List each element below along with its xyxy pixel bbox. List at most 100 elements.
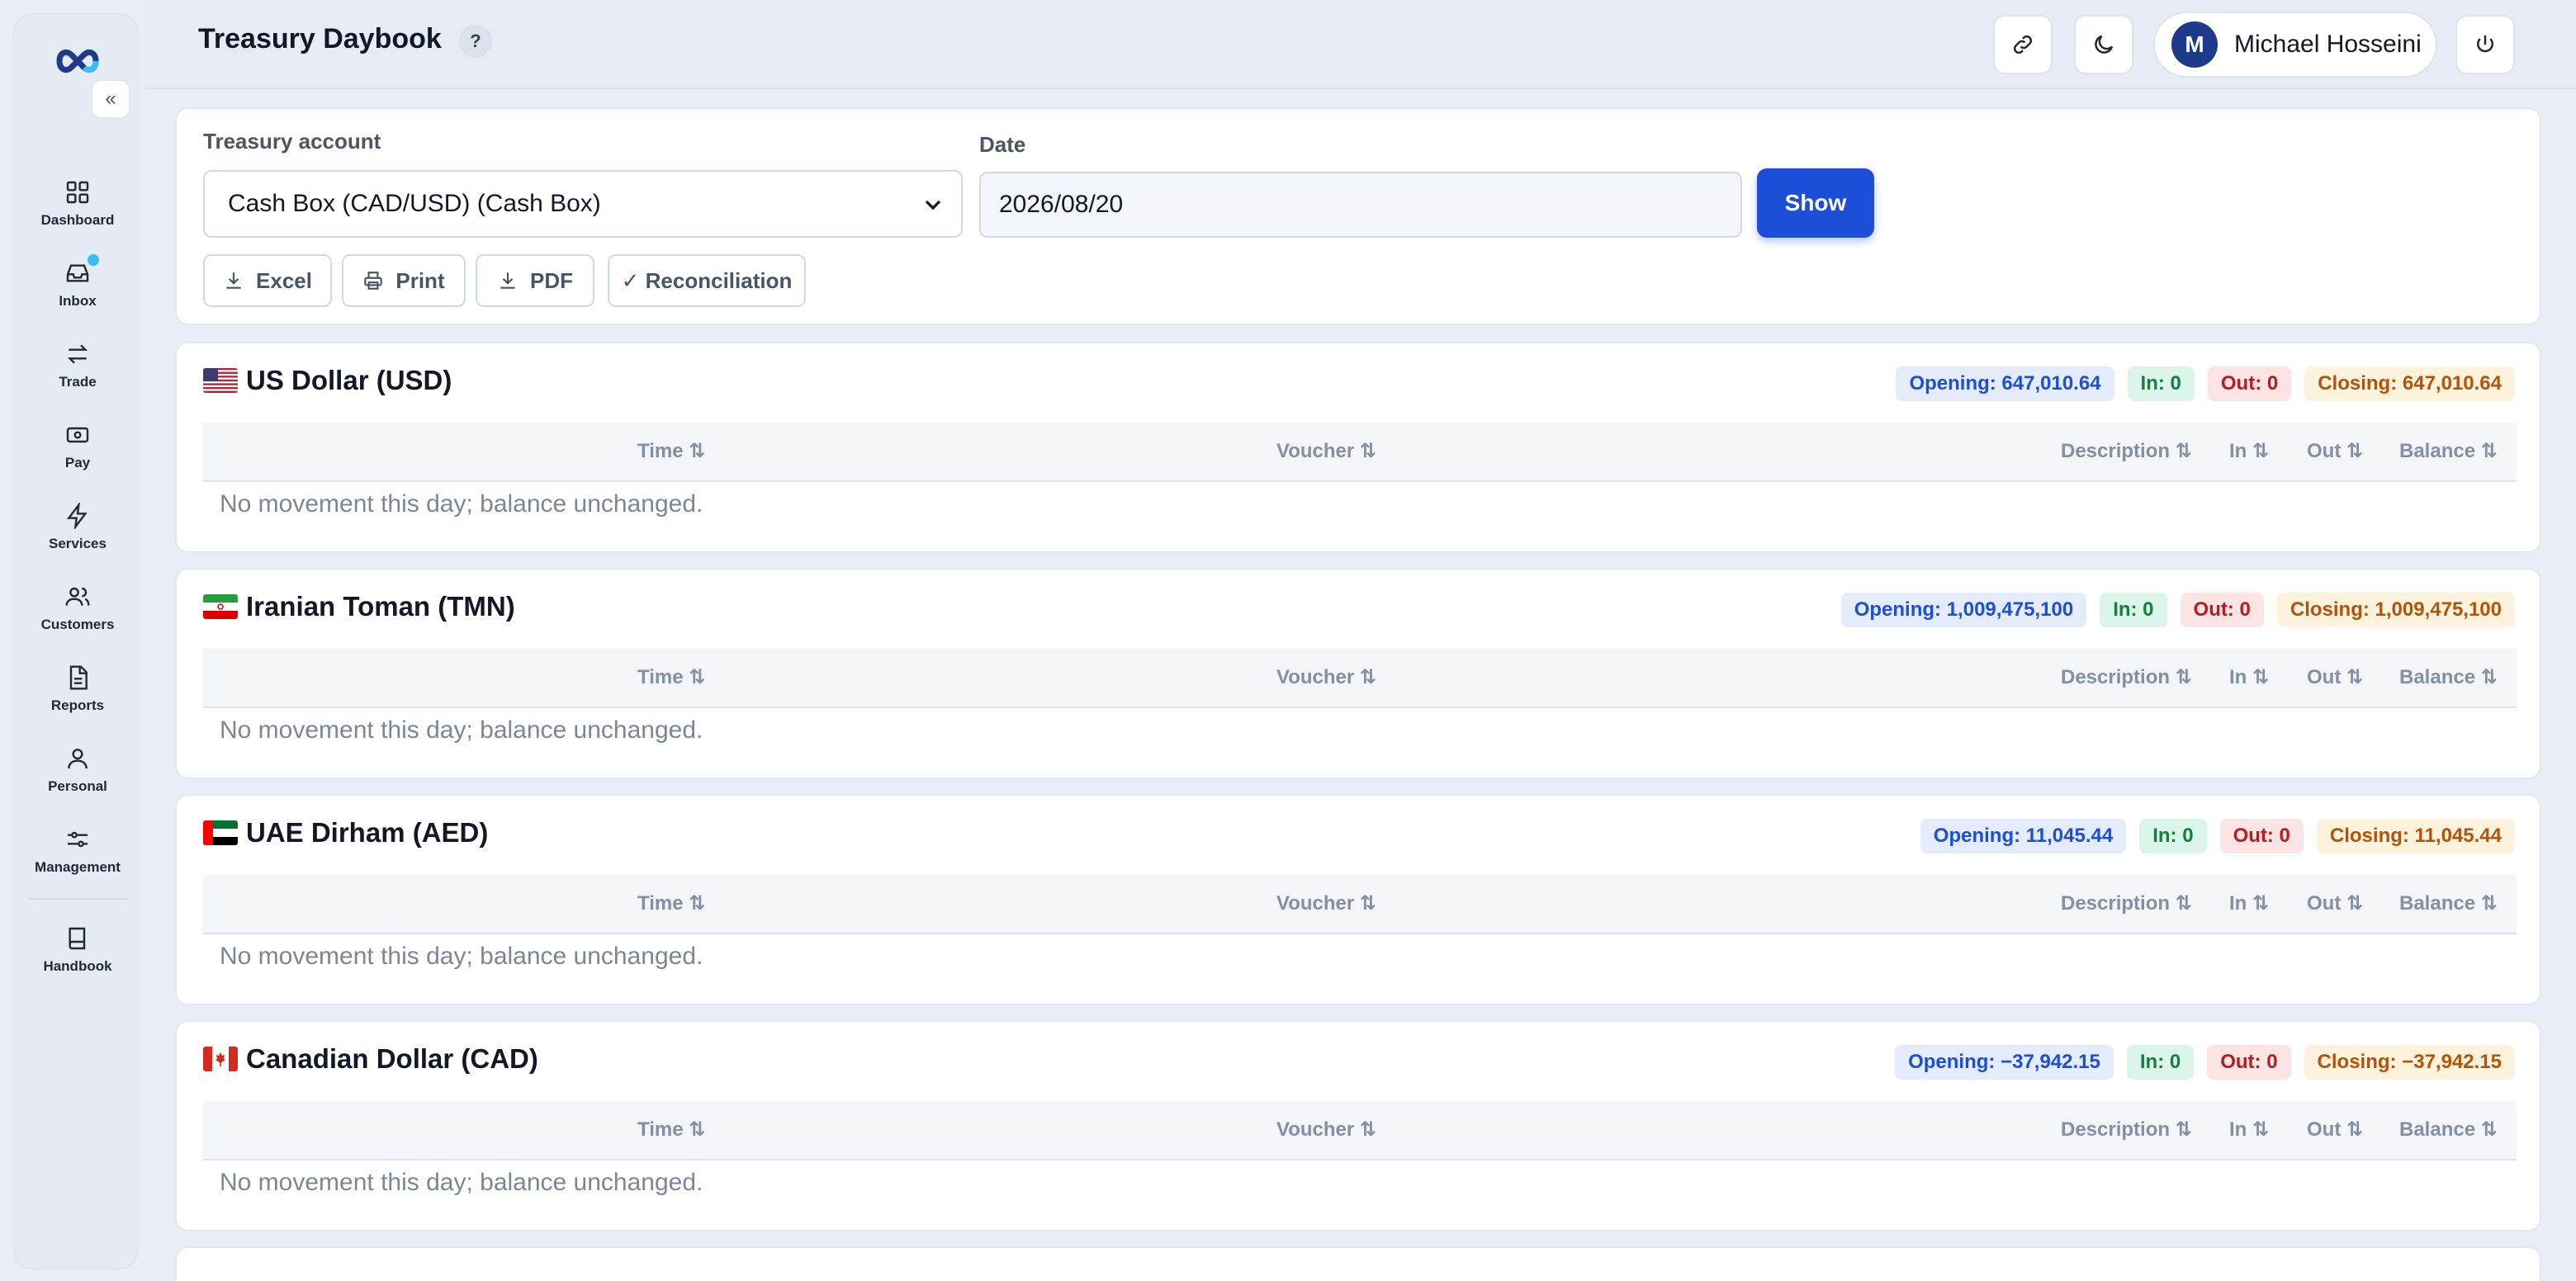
closing-badge: Closing: 1,009,475,100 bbox=[2276, 593, 2515, 627]
moon-icon bbox=[2095, 35, 2114, 54]
column-time[interactable]: Time ⇅ bbox=[637, 1118, 705, 1142]
book-icon bbox=[69, 927, 86, 950]
currency-card-aed: UAE Dirham (AED) Opening: 11,045.44 In: … bbox=[175, 794, 2541, 1005]
reconciliation-button[interactable]: ✓ Reconciliation bbox=[608, 254, 806, 307]
column-balance[interactable]: Balance ⇅ bbox=[2399, 665, 2498, 689]
treasury-account-select[interactable]: Cash Box (CAD/USD) (Cash Box) bbox=[203, 170, 963, 238]
in-badge: In: 0 bbox=[2139, 819, 2207, 853]
out-badge: Out: 0 bbox=[2207, 1045, 2291, 1080]
currency-name: Iranian Toman (TMN) bbox=[246, 591, 515, 622]
user-name: Michael Hosseini bbox=[2234, 31, 2422, 58]
column-in[interactable]: In ⇅ bbox=[2229, 891, 2269, 915]
sidebar-divider bbox=[28, 898, 127, 900]
closing-badge: Closing: −37,942.15 bbox=[2304, 1045, 2515, 1080]
column-in[interactable]: In ⇅ bbox=[2229, 665, 2269, 689]
reconciliation-label: ✓ Reconciliation bbox=[621, 267, 793, 293]
empty-state-message: No movement this day; balance unchanged. bbox=[220, 943, 703, 970]
in-badge: In: 0 bbox=[2100, 593, 2167, 627]
column-in[interactable]: In ⇅ bbox=[2229, 1118, 2269, 1142]
top-header: Treasury Daybook ? M Michael Hosseini bbox=[145, 0, 2576, 89]
column-out[interactable]: Out ⇅ bbox=[2307, 665, 2363, 689]
column-time[interactable]: Time ⇅ bbox=[637, 891, 705, 915]
inbox-icon bbox=[66, 264, 89, 282]
column-description[interactable]: Description ⇅ bbox=[2061, 439, 2192, 463]
sidebar-item-label: Reports bbox=[50, 697, 105, 713]
sidebar-item-reports[interactable]: Reports bbox=[15, 649, 140, 730]
column-voucher[interactable]: Voucher ⇅ bbox=[1276, 1118, 1376, 1142]
closing-badge: Closing: 647,010.64 bbox=[2304, 366, 2515, 401]
avatar: M bbox=[2171, 21, 2218, 68]
currency-card-partial bbox=[175, 1246, 2541, 1281]
column-description[interactable]: Description ⇅ bbox=[2061, 665, 2192, 689]
sliders-icon bbox=[68, 831, 88, 848]
empty-state-message: No movement this day; balance unchanged. bbox=[220, 490, 703, 518]
sidebar-item-label: Customers bbox=[40, 617, 115, 632]
column-time[interactable]: Time ⇅ bbox=[637, 439, 705, 463]
printer-icon bbox=[364, 272, 383, 290]
column-voucher[interactable]: Voucher ⇅ bbox=[1276, 891, 1376, 915]
table-header: Time ⇅ Voucher ⇅ Description ⇅ In ⇅ Out … bbox=[203, 875, 2517, 934]
balance-badges: Opening: −37,942.15 In: 0 Out: 0 Closing… bbox=[1895, 1045, 2515, 1080]
table-header: Time ⇅ Voucher ⇅ Description ⇅ In ⇅ Out … bbox=[203, 1101, 2517, 1160]
link-icon bbox=[2013, 35, 2033, 54]
print-button[interactable]: Print bbox=[342, 254, 466, 307]
column-voucher[interactable]: Voucher ⇅ bbox=[1276, 665, 1376, 689]
help-button[interactable]: ? bbox=[459, 25, 492, 58]
currency-title: Canadian Dollar (CAD) bbox=[203, 1043, 538, 1075]
column-time[interactable]: Time ⇅ bbox=[637, 665, 705, 689]
sidebar-item-personal[interactable]: Personal bbox=[15, 730, 140, 811]
date-field[interactable]: 2026/08/20 bbox=[979, 172, 1742, 238]
in-badge: In: 0 bbox=[2126, 1045, 2195, 1080]
balance-badges: Opening: 11,045.44 In: 0 Out: 0 Closing:… bbox=[1920, 819, 2515, 853]
sidebar-item-label: Pay bbox=[64, 455, 91, 470]
dark-mode-toggle[interactable] bbox=[2074, 15, 2133, 74]
link-button[interactable] bbox=[1993, 15, 2053, 74]
sidebar-item-label: Dashboard bbox=[40, 212, 115, 228]
sidebar-item-inbox[interactable]: Inbox bbox=[15, 244, 140, 325]
trade-icon bbox=[67, 344, 88, 364]
notification-dot bbox=[88, 254, 99, 266]
page-title: Treasury Daybook bbox=[198, 23, 442, 54]
currency-name: US Dollar (USD) bbox=[246, 365, 452, 395]
sidebar: « Dashboard Inbox Trade Pay Services Cus… bbox=[13, 13, 139, 1269]
users-icon bbox=[65, 587, 90, 606]
column-out[interactable]: Out ⇅ bbox=[2307, 439, 2363, 463]
table-header: Time ⇅ Voucher ⇅ Description ⇅ In ⇅ Out … bbox=[203, 649, 2517, 708]
canada-flag-icon bbox=[203, 1047, 238, 1071]
sidebar-item-management[interactable]: Management bbox=[15, 811, 140, 891]
opening-badge: Opening: 11,045.44 bbox=[1920, 819, 2127, 853]
sidebar-item-label: Inbox bbox=[59, 293, 97, 309]
sidebar-item-label: Handbook bbox=[43, 958, 112, 974]
currency-card-tmn: Iranian Toman (TMN) Opening: 1,009,475,1… bbox=[175, 568, 2541, 779]
column-in[interactable]: In ⇅ bbox=[2229, 439, 2269, 463]
sidebar-item-trade[interactable]: Trade bbox=[15, 325, 140, 406]
column-description[interactable]: Description ⇅ bbox=[2061, 1118, 2192, 1142]
sidebar-item-customers[interactable]: Customers bbox=[15, 568, 140, 649]
sidebar-item-handbook[interactable]: Handbook bbox=[15, 910, 140, 990]
excel-export-button[interactable]: Excel bbox=[203, 254, 332, 307]
date-label: Date bbox=[979, 132, 1026, 157]
print-label: Print bbox=[395, 267, 445, 293]
column-description[interactable]: Description ⇅ bbox=[2061, 891, 2192, 915]
column-balance[interactable]: Balance ⇅ bbox=[2399, 1118, 2498, 1142]
opening-badge: Opening: 1,009,475,100 bbox=[1840, 593, 2087, 627]
sidebar-item-dashboard[interactable]: Dashboard bbox=[15, 163, 140, 244]
column-out[interactable]: Out ⇅ bbox=[2307, 1118, 2363, 1142]
user-menu[interactable]: M Michael Hosseini bbox=[2153, 12, 2437, 78]
out-badge: Out: 0 bbox=[2180, 593, 2264, 627]
sidebar-item-label: Services bbox=[49, 536, 107, 551]
user-icon bbox=[68, 749, 88, 769]
column-balance[interactable]: Balance ⇅ bbox=[2399, 439, 2498, 463]
show-button[interactable]: Show bbox=[1757, 168, 1874, 238]
dashboard-icon bbox=[66, 181, 89, 204]
pdf-export-button[interactable]: PDF bbox=[476, 254, 594, 307]
collapse-sidebar-button[interactable]: « bbox=[91, 79, 130, 119]
sidebar-item-services[interactable]: Services bbox=[15, 487, 140, 568]
sidebar-item-pay[interactable]: Pay bbox=[15, 406, 140, 487]
sidebar-item-label: Personal bbox=[48, 778, 107, 794]
column-voucher[interactable]: Voucher ⇅ bbox=[1276, 439, 1376, 463]
logout-button[interactable] bbox=[2455, 15, 2515, 74]
column-balance[interactable]: Balance ⇅ bbox=[2399, 891, 2498, 915]
column-out[interactable]: Out ⇅ bbox=[2307, 891, 2363, 915]
iran-flag-icon bbox=[203, 594, 238, 619]
